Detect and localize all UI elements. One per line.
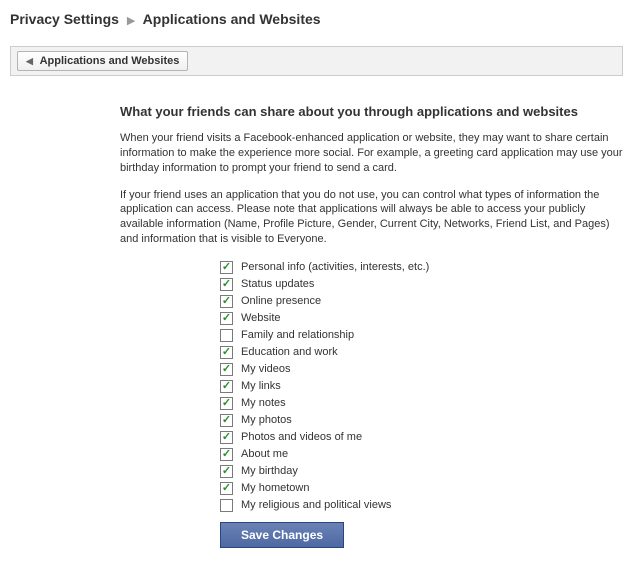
option-checkbox[interactable] <box>220 329 233 342</box>
option-label: Personal info (activities, interests, et… <box>241 261 429 273</box>
option-checkbox[interactable] <box>220 397 233 410</box>
back-tab-button[interactable]: ◀ Applications and Websites <box>17 51 188 71</box>
breadcrumb-parent[interactable]: Privacy Settings <box>10 11 119 27</box>
option-checkbox[interactable] <box>220 363 233 376</box>
option-label: Status updates <box>241 278 314 290</box>
option-label: My links <box>241 380 281 392</box>
option-checkbox[interactable] <box>220 414 233 427</box>
option-checkbox[interactable] <box>220 431 233 444</box>
option-checkbox[interactable] <box>220 261 233 274</box>
option-row: My birthday <box>220 463 623 480</box>
option-label: Online presence <box>241 295 321 307</box>
option-checkbox[interactable] <box>220 380 233 393</box>
option-row: Status updates <box>220 276 623 293</box>
option-checkbox[interactable] <box>220 295 233 308</box>
option-checkbox[interactable] <box>220 448 233 461</box>
option-label: My hometown <box>241 482 309 494</box>
option-row: My religious and political views <box>220 497 623 514</box>
breadcrumb: Privacy Settings ▶ Applications and Webs… <box>10 8 623 30</box>
option-label: My notes <box>241 397 286 409</box>
option-checkbox[interactable] <box>220 499 233 512</box>
option-checkbox[interactable] <box>220 465 233 478</box>
option-checkbox[interactable] <box>220 346 233 359</box>
option-row: Photos and videos of me <box>220 429 623 446</box>
option-row: Online presence <box>220 293 623 310</box>
option-row: My notes <box>220 395 623 412</box>
option-label: Education and work <box>241 346 338 358</box>
option-row: My videos <box>220 361 623 378</box>
option-checkbox[interactable] <box>220 312 233 325</box>
option-checkbox[interactable] <box>220 278 233 291</box>
intro-paragraph-2: If your friend uses an application that … <box>120 188 623 247</box>
save-button[interactable]: Save Changes <box>220 522 344 548</box>
option-label: My videos <box>241 363 291 375</box>
option-label: Family and relationship <box>241 329 354 341</box>
option-label: Website <box>241 312 281 324</box>
main-content: What your friends can share about you th… <box>10 104 623 548</box>
option-label: About me <box>241 448 288 460</box>
option-label: Photos and videos of me <box>241 431 362 443</box>
option-row: Education and work <box>220 344 623 361</box>
intro-paragraph-1: When your friend visits a Facebook-enhan… <box>120 131 623 176</box>
chevron-left-icon: ◀ <box>26 56 33 66</box>
options-list: Personal info (activities, interests, et… <box>120 259 623 514</box>
option-row: Family and relationship <box>220 327 623 344</box>
option-row: About me <box>220 446 623 463</box>
option-row: My hometown <box>220 480 623 497</box>
option-row: Website <box>220 310 623 327</box>
option-label: My photos <box>241 414 292 426</box>
tab-bar: ◀ Applications and Websites <box>10 46 623 76</box>
option-row: Personal info (activities, interests, et… <box>220 259 623 276</box>
chevron-right-icon: ▶ <box>127 15 135 27</box>
page-heading: What your friends can share about you th… <box>120 104 623 119</box>
option-row: My links <box>220 378 623 395</box>
option-row: My photos <box>220 412 623 429</box>
option-label: My religious and political views <box>241 499 391 511</box>
breadcrumb-current: Applications and Websites <box>143 11 321 27</box>
option-label: My birthday <box>241 465 298 477</box>
option-checkbox[interactable] <box>220 482 233 495</box>
tab-label: Applications and Websites <box>40 55 180 67</box>
